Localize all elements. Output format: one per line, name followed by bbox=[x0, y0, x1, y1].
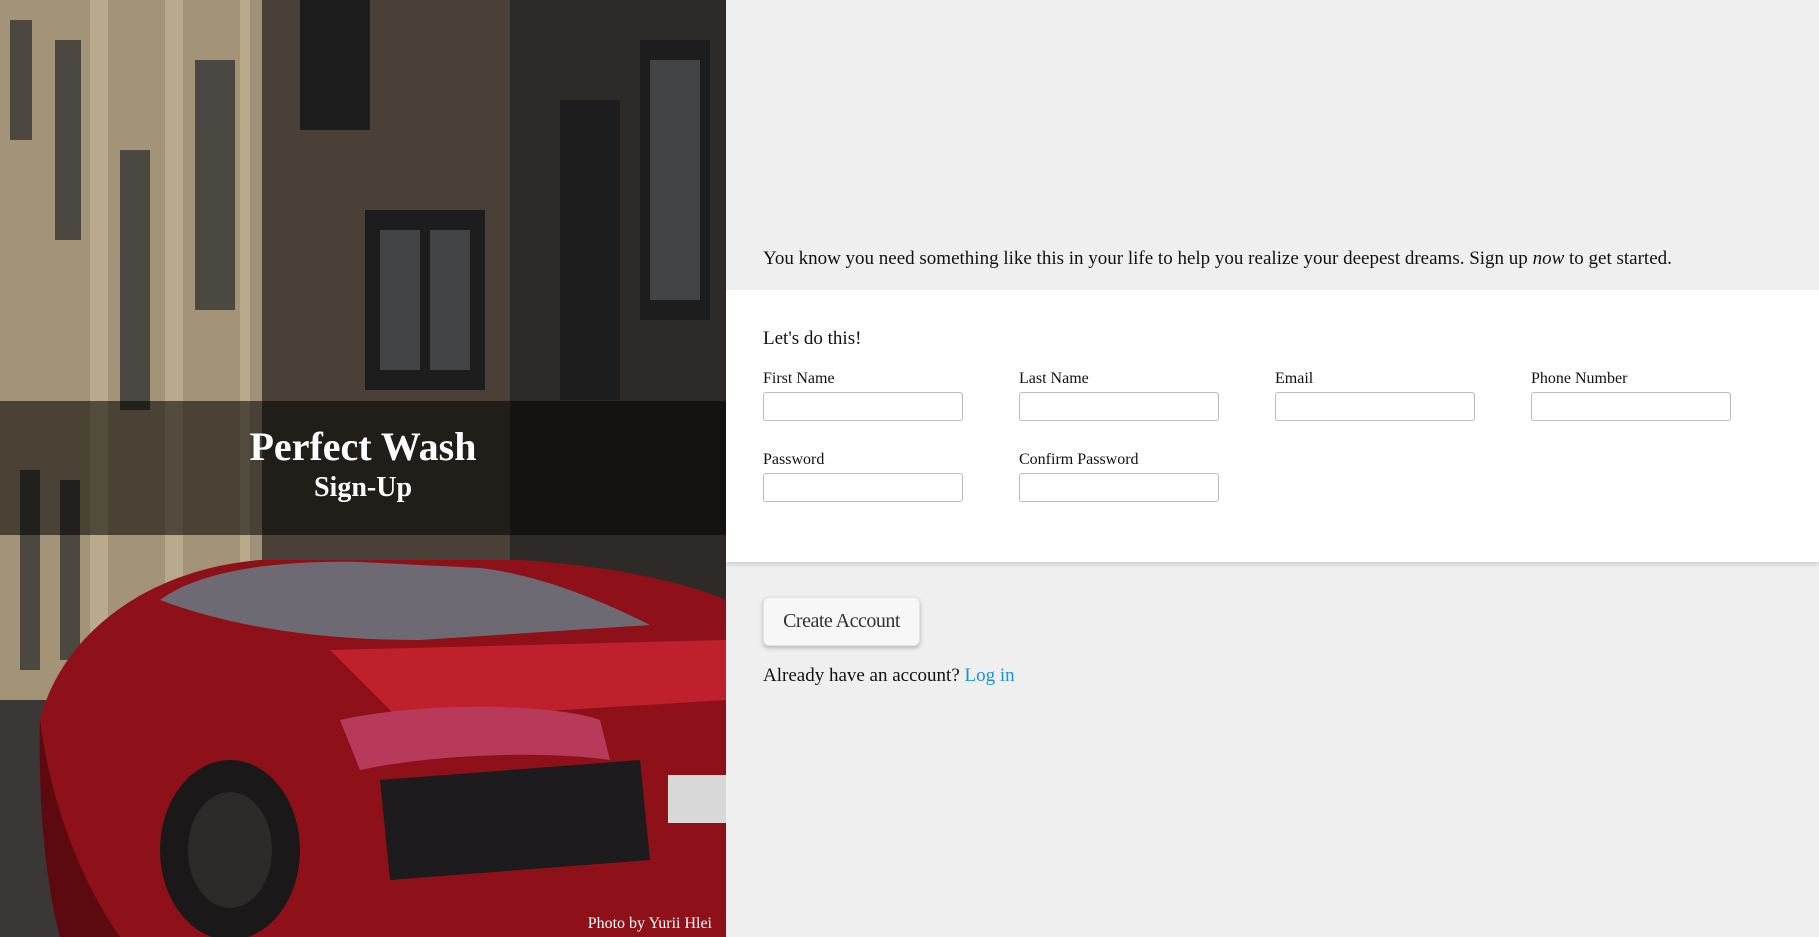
signup-form: Let's do this! First Name Last Name Emai… bbox=[726, 290, 1819, 562]
brand-banner: Perfect Wash Sign-Up bbox=[0, 401, 726, 535]
confirm-password-input[interactable] bbox=[1019, 473, 1219, 502]
signup-page: Perfect Wash Sign-Up Photo by Yurii Hlei… bbox=[0, 0, 1819, 937]
photo-credit: Photo by Yurii Hlei bbox=[587, 915, 712, 932]
phone-input[interactable] bbox=[1531, 392, 1731, 421]
last-name-label: Last Name bbox=[1019, 370, 1089, 387]
page-subtitle: Sign-Up bbox=[313, 472, 413, 503]
email-field: Email bbox=[1275, 370, 1475, 421]
first-name-input[interactable] bbox=[763, 392, 963, 421]
last-name-input[interactable] bbox=[1019, 392, 1219, 421]
last-name-field: Last Name bbox=[1019, 370, 1219, 421]
confirm-password-label: Confirm Password bbox=[1019, 451, 1139, 468]
phone-field: Phone Number bbox=[1531, 370, 1731, 421]
email-label: Email bbox=[1275, 370, 1314, 387]
intro-text: You know you need something like this in… bbox=[763, 248, 1672, 270]
form-heading: Let's do this! bbox=[763, 328, 862, 349]
confirm-password-field: Confirm Password bbox=[1019, 451, 1219, 502]
login-link[interactable]: Log in bbox=[965, 665, 1015, 686]
first-name-label: First Name bbox=[763, 370, 835, 387]
password-label: Password bbox=[763, 451, 825, 468]
create-account-button[interactable]: Create Account bbox=[763, 597, 920, 646]
first-name-field: First Name bbox=[763, 370, 963, 421]
login-prompt: Already have an account? Log in bbox=[763, 665, 1015, 687]
intro-text-emphasis: now bbox=[1532, 248, 1565, 269]
email-input[interactable] bbox=[1275, 392, 1475, 421]
brand-title: Perfect Wash bbox=[249, 424, 477, 469]
password-input[interactable] bbox=[763, 473, 963, 502]
password-field: Password bbox=[763, 451, 963, 502]
intro-text-before: You know you need something like this in… bbox=[763, 248, 1533, 269]
hero-panel: Perfect Wash Sign-Up Photo by Yurii Hlei bbox=[0, 0, 726, 937]
phone-label: Phone Number bbox=[1531, 370, 1628, 387]
login-prompt-text: Already have an account? bbox=[763, 665, 960, 686]
intro-text-after: to get started. bbox=[1564, 248, 1672, 269]
signup-content: You know you need something like this in… bbox=[726, 0, 1819, 937]
